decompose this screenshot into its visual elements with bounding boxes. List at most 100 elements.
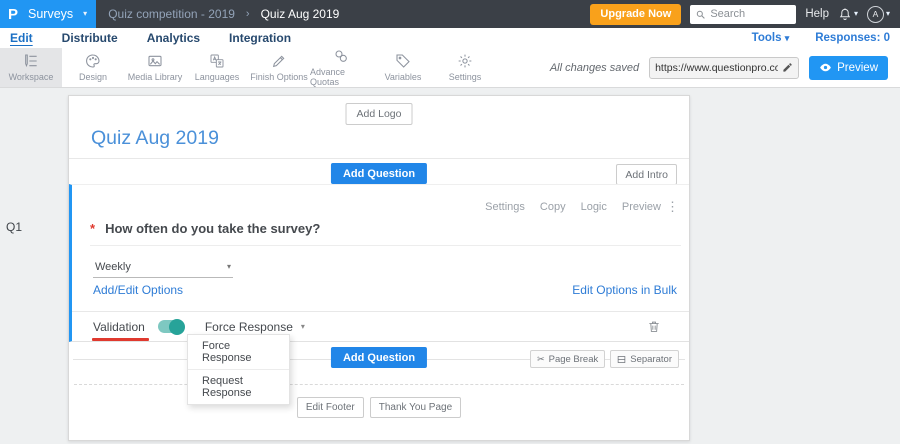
menu-item-force-response[interactable]: Force Response: [188, 335, 289, 370]
divider: [69, 158, 689, 159]
section-row: Add Question ✂ Page Break Separator: [69, 347, 689, 371]
translate-icon: [209, 53, 225, 69]
notifications-menu[interactable]: ▾: [838, 7, 858, 21]
breadcrumb-separator-icon: ›: [245, 8, 250, 20]
edit-url-icon[interactable]: [782, 62, 793, 73]
search-input[interactable]: [710, 8, 792, 20]
separator-icon: [617, 355, 626, 364]
section-nav: Edit Distribute Analytics Integration To…: [0, 28, 900, 48]
chevron-down-icon: ▾: [784, 33, 790, 43]
tool-variables[interactable]: Variables: [372, 48, 434, 87]
validation-row: Validation Force Response ▾: [72, 311, 689, 341]
survey-card: Add Logo Quiz Aug 2019 Add Question Add …: [68, 95, 690, 441]
tool-label: Design: [78, 72, 107, 82]
tool-label: Languages: [194, 72, 240, 82]
breadcrumb-parent[interactable]: Quiz competition - 2019: [108, 7, 235, 21]
validation-toggle[interactable]: [157, 318, 185, 335]
product-label: Surveys: [28, 7, 74, 21]
topbar-right: Upgrade Now Help ▾ A ▾: [590, 3, 900, 25]
chevron-down-icon: ▾: [853, 9, 858, 18]
tool-media-library[interactable]: Media Library: [124, 48, 186, 87]
topbar: P Surveys ▾ Quiz competition - 2019 › Qu…: [0, 0, 900, 28]
separator-button[interactable]: Separator: [610, 350, 679, 368]
questionpro-logo-icon: P: [8, 5, 19, 23]
tool-advance-quotas[interactable]: Advance Quotas: [310, 48, 372, 87]
add-logo-button[interactable]: Add Logo: [345, 103, 413, 125]
search-icon: [695, 9, 706, 20]
validation-label: Validation: [92, 319, 149, 341]
question-text-row: * How often do you take the survey?: [90, 221, 320, 236]
question-copy-link[interactable]: Copy: [540, 201, 566, 213]
gear-icon: [457, 53, 473, 69]
tools-menu[interactable]: Tools ▾: [752, 32, 790, 44]
tab-edit[interactable]: Edit: [10, 31, 33, 45]
page-break-label: Page Break: [548, 353, 599, 365]
workspace-toolbar: Workspace Design Media Library Languages…: [0, 48, 900, 88]
menu-item-request-response[interactable]: Request Response: [188, 370, 289, 404]
tools-label: Tools: [751, 32, 782, 44]
page-break-button[interactable]: ✂ Page Break: [530, 350, 606, 368]
tool-label: Workspace: [8, 72, 54, 82]
edit-options-in-bulk-link[interactable]: Edit Options in Bulk: [572, 283, 677, 297]
tool-languages[interactable]: Languages: [186, 48, 248, 87]
tool-finish-options[interactable]: Finish Options: [248, 48, 310, 87]
survey-title[interactable]: Quiz Aug 2019: [91, 127, 219, 150]
add-edit-options-link[interactable]: Add/Edit Options: [93, 283, 183, 297]
add-intro-button[interactable]: Add Intro: [616, 164, 677, 185]
preview-button[interactable]: Preview: [809, 55, 888, 80]
thank-you-page-button[interactable]: Thank You Page: [369, 397, 462, 418]
add-question-button-bottom[interactable]: Add Question: [330, 347, 428, 368]
footer-row: Edit Footer Thank You Page: [69, 397, 689, 418]
chevron-down-icon: ▾: [885, 9, 890, 18]
save-status: All changes saved: [549, 61, 640, 74]
survey-url-input[interactable]: [655, 61, 779, 74]
tab-integration[interactable]: Integration: [229, 31, 291, 45]
more-options-icon[interactable]: ⋮: [666, 199, 679, 215]
breadcrumb: Quiz competition - 2019 › Quiz Aug 2019: [108, 7, 339, 21]
required-asterisk: *: [90, 221, 96, 236]
tool-label: Media Library: [127, 72, 183, 82]
question-number: Q1: [6, 220, 23, 234]
question-settings-link[interactable]: Settings: [485, 201, 525, 213]
responses-count[interactable]: Responses: 0: [815, 32, 890, 44]
tab-distribute[interactable]: Distribute: [62, 31, 118, 45]
tool-design[interactable]: Design: [62, 48, 124, 87]
survey-canvas: Q1 Add Logo Quiz Aug 2019 Add Question A…: [0, 88, 900, 444]
edit-footer-button[interactable]: Edit Footer: [296, 397, 364, 418]
nav-right: Tools ▾ Responses: 0: [752, 32, 890, 44]
validation-dropdown-menu: Force Response Request Response: [187, 334, 290, 405]
tool-settings[interactable]: Settings: [434, 48, 496, 87]
palette-icon: [85, 53, 101, 69]
workspace-icon: [23, 53, 39, 69]
validation-type-value: Force Response: [204, 319, 293, 334]
question-actions: Settings Copy Logic Preview: [485, 201, 661, 213]
delete-question-icon[interactable]: [647, 319, 661, 334]
search-box[interactable]: [690, 4, 797, 24]
question-logic-link[interactable]: Logic: [581, 201, 607, 213]
tag-icon: [395, 53, 411, 69]
add-question-button-top[interactable]: Add Question: [330, 163, 428, 184]
tool-label: Variables: [384, 72, 422, 82]
links-icon: [333, 48, 349, 64]
chevron-down-icon: ▾: [300, 321, 305, 331]
chevron-down-icon: ▾: [226, 262, 231, 271]
tool-workspace[interactable]: Workspace: [0, 48, 62, 87]
upgrade-now-button[interactable]: Upgrade Now: [590, 3, 682, 25]
scissors-icon: ✂: [537, 353, 545, 364]
question-block: Settings Copy Logic Preview ⋮ * How ofte…: [69, 184, 689, 342]
page-controls: ✂ Page Break Separator: [530, 350, 679, 368]
product-switcher[interactable]: P Surveys ▾: [0, 0, 97, 28]
tool-label: Advance Quotas: [310, 67, 346, 87]
account-menu[interactable]: A ▾: [866, 5, 890, 23]
validation-type-select[interactable]: Force Response ▾: [205, 320, 305, 334]
avatar: A: [866, 5, 884, 23]
toolbar-right: All changes saved Preview: [550, 48, 900, 87]
question-preview-link[interactable]: Preview: [622, 201, 661, 213]
tab-analytics[interactable]: Analytics: [147, 31, 200, 45]
help-link[interactable]: Help: [805, 8, 829, 20]
footer-divider: [74, 384, 684, 385]
question-text[interactable]: How often do you take the survey?: [105, 221, 320, 236]
breadcrumb-current: Quiz Aug 2019: [260, 7, 340, 21]
tool-label: Finish Options: [250, 72, 308, 82]
answer-option-select[interactable]: Weekly ▾: [93, 257, 233, 278]
